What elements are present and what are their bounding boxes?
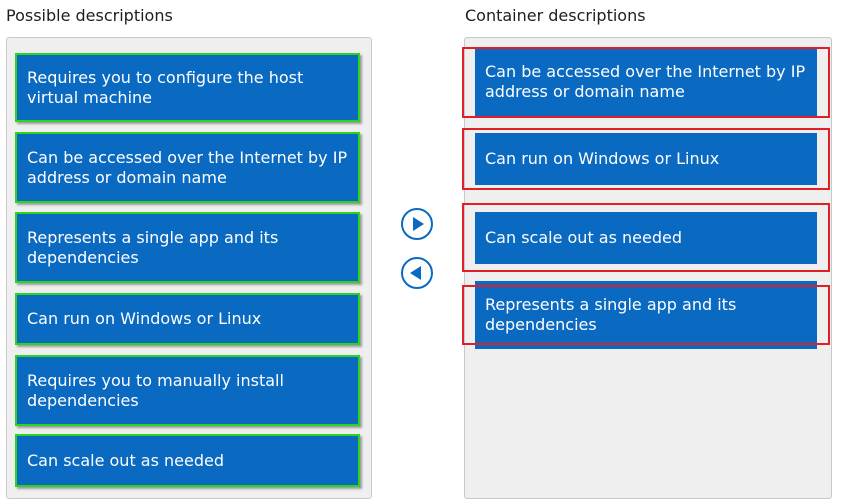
option-tile[interactable]: Can scale out as needed [15,434,360,487]
possible-descriptions-heading: Possible descriptions [6,6,173,25]
answer-outline [462,47,830,118]
answer-outline [462,285,830,345]
play-left-icon [410,266,421,280]
answer-outline [462,203,830,272]
option-tile[interactable]: Can run on Windows or Linux [15,293,360,345]
option-tile[interactable]: Can be accessed over the Internet by IP … [15,132,360,203]
option-tile[interactable]: Requires you to manually install depende… [15,355,360,426]
option-tile[interactable]: Represents a single app and its dependen… [15,212,360,283]
play-right-icon [413,217,424,231]
option-tile[interactable]: Requires you to configure the host virtu… [15,53,360,122]
move-left-button[interactable] [401,257,433,289]
container-descriptions-heading: Container descriptions [465,6,646,25]
move-right-button[interactable] [401,208,433,240]
answer-outline [462,128,830,190]
